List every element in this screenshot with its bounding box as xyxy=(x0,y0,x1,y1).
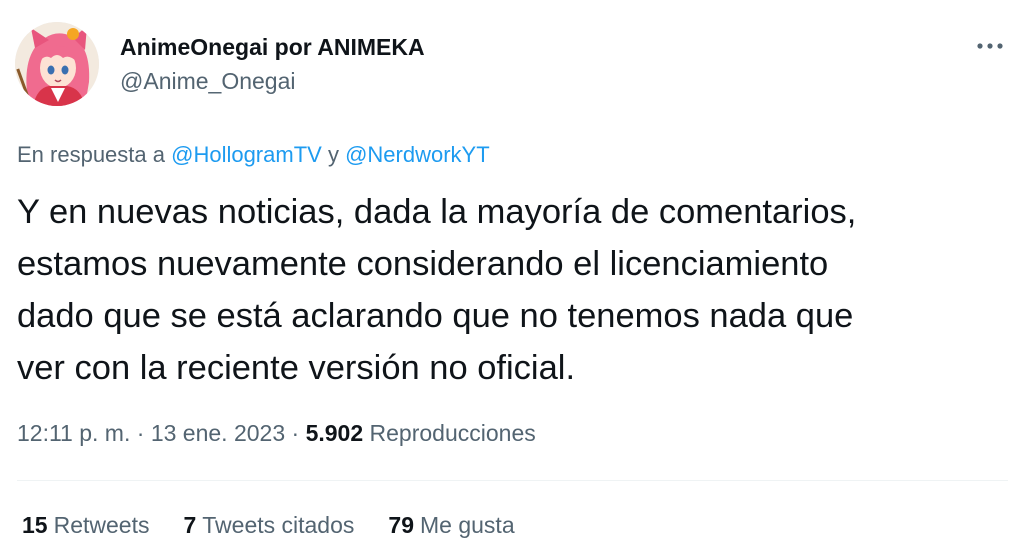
more-horizontal-icon xyxy=(977,43,1003,49)
retweets-count: 15 xyxy=(22,512,48,538)
likes-count: 79 xyxy=(388,512,414,538)
quotes-count: 7 xyxy=(183,512,197,538)
quote-tweets-stat[interactable]: 7 Tweets citados xyxy=(183,512,354,539)
quotes-label: Tweets citados xyxy=(202,512,355,538)
tweet-text: Y en nuevas noticias, dada la mayoría de… xyxy=(17,193,857,387)
anime-girl-avatar-icon xyxy=(15,22,99,106)
views-label: Reproducciones xyxy=(369,420,536,446)
meta-separator: · xyxy=(136,420,145,446)
tweet-meta: 12:11 p. m. · 13 ene. 2023 · 5.902 Repro… xyxy=(17,420,536,447)
views-count: 5.902 xyxy=(305,420,364,446)
divider xyxy=(17,480,1008,481)
author-display-name[interactable]: AnimeOnegai por ANIMEKA xyxy=(120,34,425,61)
likes-stat[interactable]: 79 Me gusta xyxy=(388,512,514,539)
tweet-time[interactable]: 12:11 p. m. xyxy=(17,420,130,446)
likes-label: Me gusta xyxy=(420,512,515,538)
reply-mention-nerdworkyt[interactable]: @NerdworkYT xyxy=(345,142,490,167)
more-options-button[interactable] xyxy=(968,30,1012,62)
tweet-date[interactable]: 13 ene. 2023 xyxy=(151,420,285,446)
meta-separator: · xyxy=(291,420,300,446)
retweets-stat[interactable]: 15 Retweets xyxy=(22,512,149,539)
avatar[interactable] xyxy=(15,22,99,106)
reply-prefix: En respuesta a xyxy=(17,142,165,167)
author-handle[interactable]: @Anime_Onegai xyxy=(120,68,296,95)
tweet-card: AnimeOnegai por ANIMEKA @Anime_Onegai En… xyxy=(0,0,1025,543)
engagement-stats: 15 Retweets 7 Tweets citados 79 Me gusta xyxy=(22,512,515,539)
reply-conjunction: y xyxy=(327,142,339,167)
reply-mention-hollogramtv[interactable]: @HollogramTV xyxy=(171,142,322,167)
reply-context: En respuesta a @HollogramTV y @NerdworkY… xyxy=(17,142,490,168)
retweets-label: Retweets xyxy=(53,512,150,538)
